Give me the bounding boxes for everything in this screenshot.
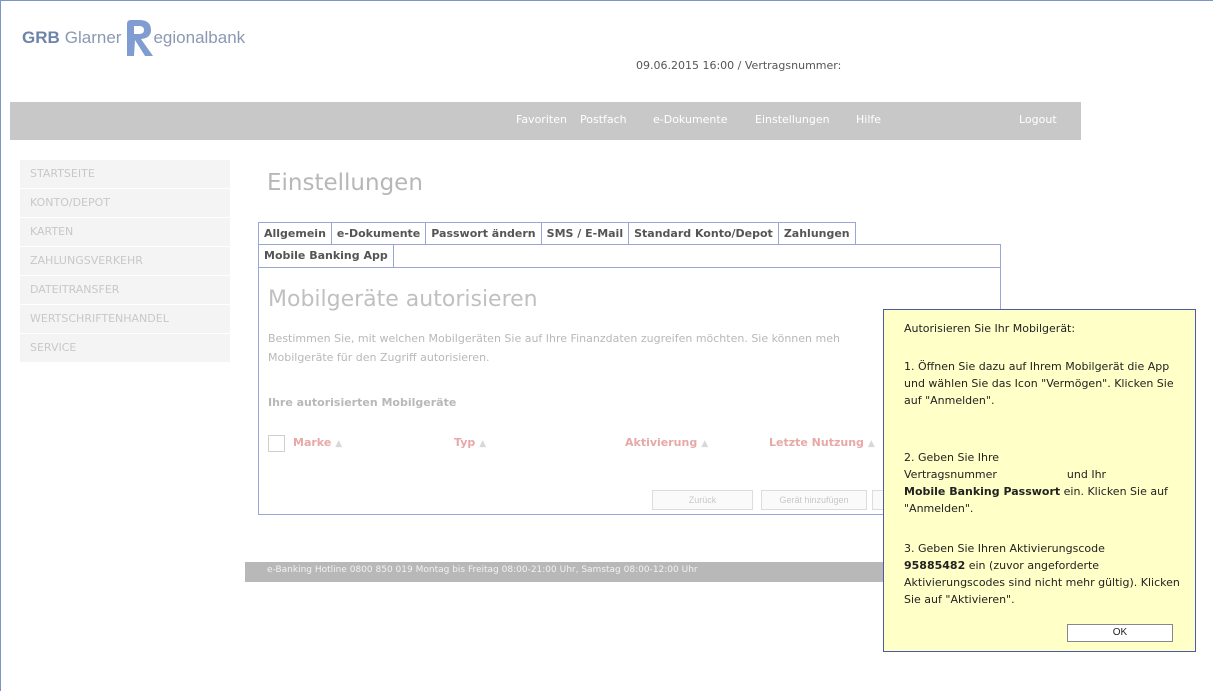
- column-marke-label: Marke: [293, 436, 332, 449]
- column-marke[interactable]: Marke ▲: [293, 436, 342, 449]
- add-device-button[interactable]: Gerät hinzufügen: [761, 490, 867, 510]
- tab-e-dokumente[interactable]: e-Dokumente: [330, 222, 426, 245]
- back-button[interactable]: Zurück: [652, 490, 753, 510]
- nav-postfach[interactable]: Postfach: [580, 113, 627, 126]
- nav-favoriten[interactable]: Favoriten: [516, 113, 567, 126]
- sidebar-item-dateitransfer[interactable]: DATEITRANSFER: [20, 276, 230, 304]
- sidebar-item-zahlungsverkehr[interactable]: ZAHLUNGSVERKEHR: [20, 247, 230, 275]
- column-letzte-nutzung-label: Letzte Nutzung: [769, 436, 864, 449]
- ok-button[interactable]: OK: [1067, 624, 1173, 642]
- column-aktivierung[interactable]: Aktivierung ▲: [625, 436, 708, 449]
- hotline-text: e-Banking Hotline 0800 850 019 Montag bi…: [267, 565, 698, 575]
- subtab-row: Mobile Banking App: [259, 245, 1000, 268]
- sidebar-menu: STARTSEITE KONTO/DEPOT KARTEN ZAHLUNGSVE…: [20, 160, 230, 363]
- nav-einstellungen[interactable]: Einstellungen: [755, 113, 830, 126]
- select-all-checkbox[interactable]: [268, 435, 285, 452]
- sidebar-item-startseite[interactable]: STARTSEITE: [20, 160, 230, 188]
- page-title: Einstellungen: [267, 170, 423, 196]
- step-3-intro: 3. Geben Sie Ihren Aktivierungscode: [904, 542, 1105, 555]
- column-letzte-nutzung[interactable]: Letzte Nutzung ▲: [769, 436, 875, 449]
- activation-code: 95885482: [904, 559, 966, 572]
- tab-allgemein[interactable]: Allgemein: [258, 222, 331, 245]
- logo-r-mark: [125, 18, 155, 58]
- top-navigation: Favoriten Postfach e-Dokumente Einstellu…: [10, 102, 1081, 140]
- authorize-device-popup: Autorisieren Sie Ihr Mobilgerät: 1. Öffn…: [883, 309, 1196, 652]
- column-typ[interactable]: Typ ▲: [454, 436, 486, 449]
- nav-e-dokumente[interactable]: e-Dokumente: [653, 113, 727, 126]
- settings-tabs: Allgemein e-Dokumente Passwort ändern SM…: [258, 222, 856, 245]
- logo-grb: GRB: [22, 28, 60, 47]
- tab-sms-email[interactable]: SMS / E-Mail: [540, 222, 629, 245]
- sort-icon: ▲: [867, 439, 875, 449]
- popup-step-2: 2. Geben Sie Ihre Vertragsnummer und Ihr …: [904, 449, 1184, 517]
- date-contract-info: 09.06.2015 16:00 / Vertragsnummer:: [636, 59, 842, 72]
- column-aktivierung-label: Aktivierung: [625, 436, 698, 449]
- sidebar-item-konto-depot[interactable]: KONTO/DEPOT: [20, 189, 230, 217]
- column-typ-label: Typ: [454, 436, 476, 449]
- sidebar-item-service[interactable]: SERVICE: [20, 334, 230, 362]
- section-title: Mobilgeräte autorisieren: [268, 287, 538, 312]
- sort-icon: ▲: [701, 439, 709, 449]
- step-2-contract-label: Vertragsnummer: [904, 468, 997, 481]
- devices-subheading: Ihre autorisierten Mobilgeräte: [268, 396, 457, 409]
- popup-title: Autorisieren Sie Ihr Mobilgerät:: [904, 322, 1076, 335]
- popup-step-1: 1. Öffnen Sie dazu auf Ihrem Mobilgerät …: [904, 360, 1174, 407]
- bank-logo[interactable]: GRB Glarner egionalbank: [22, 18, 245, 58]
- description-line-1: Bestimmen Sie, mit welchen Mobilgeräten …: [268, 332, 840, 345]
- tab-passwort-aendern[interactable]: Passwort ändern: [425, 222, 541, 245]
- section-description: Bestimmen Sie, mit welchen Mobilgeräten …: [268, 329, 868, 367]
- logout-link[interactable]: Logout: [1019, 113, 1057, 126]
- tab-mobile-banking-app[interactable]: Mobile Banking App: [259, 245, 394, 267]
- sidebar-item-karten[interactable]: KARTEN: [20, 218, 230, 246]
- description-line-2: Mobilgeräte für den Zugriff autorisieren…: [268, 351, 490, 364]
- step-2-intro: 2. Geben Sie Ihre: [904, 451, 1000, 464]
- nav-hilfe[interactable]: Hilfe: [856, 113, 881, 126]
- sort-icon: ▲: [335, 439, 343, 449]
- logo-regionalbank: egionalbank: [153, 28, 246, 47]
- tab-zahlungen[interactable]: Zahlungen: [777, 222, 856, 245]
- sidebar-item-wertschriftenhandel[interactable]: WERTSCHRIFTENHANDEL: [20, 305, 230, 333]
- sort-icon: ▲: [479, 439, 487, 449]
- logo-glarner: Glarner: [64, 28, 122, 47]
- popup-step-3: 3. Geben Sie Ihren Aktivierungscode 9588…: [904, 540, 1184, 608]
- tab-standard-konto-depot[interactable]: Standard Konto/Depot: [628, 222, 778, 245]
- step-2-password: Mobile Banking Passwort: [904, 485, 1061, 498]
- step-2-and: und Ihr: [1066, 468, 1107, 481]
